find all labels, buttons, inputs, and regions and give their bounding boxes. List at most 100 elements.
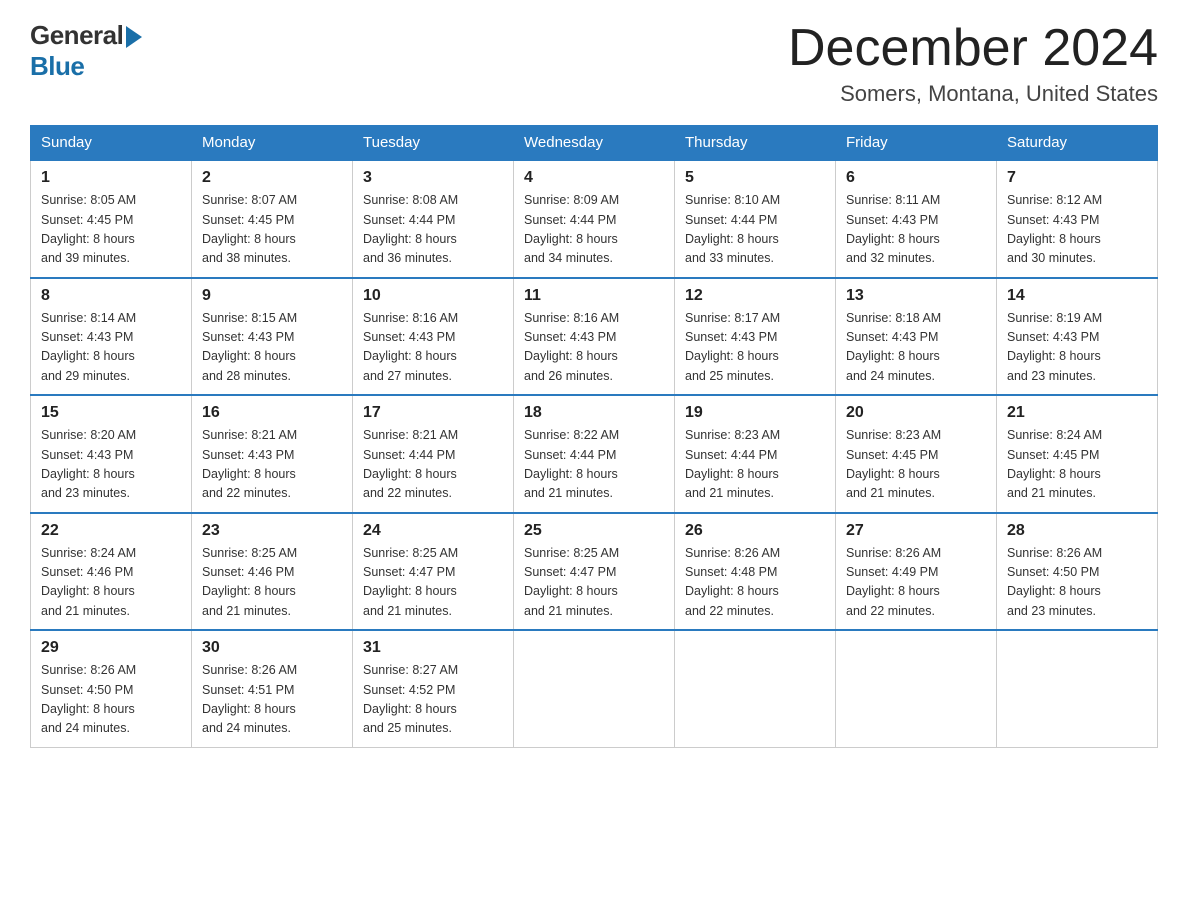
calendar-cell: 11 Sunrise: 8:16 AMSunset: 4:43 PMDaylig… — [514, 278, 675, 396]
logo-blue-text: Blue — [30, 51, 84, 81]
calendar-cell: 30 Sunrise: 8:26 AMSunset: 4:51 PMDaylig… — [192, 630, 353, 747]
calendar-week-row: 22 Sunrise: 8:24 AMSunset: 4:46 PMDaylig… — [31, 513, 1158, 631]
day-info: Sunrise: 8:26 AMSunset: 4:50 PMDaylight:… — [41, 663, 136, 735]
calendar-table: SundayMondayTuesdayWednesdayThursdayFrid… — [30, 125, 1158, 748]
calendar-cell: 6 Sunrise: 8:11 AMSunset: 4:43 PMDayligh… — [836, 160, 997, 278]
calendar-header-row: SundayMondayTuesdayWednesdayThursdayFrid… — [31, 126, 1158, 161]
day-info: Sunrise: 8:09 AMSunset: 4:44 PMDaylight:… — [524, 193, 619, 265]
day-number: 4 — [524, 169, 664, 187]
calendar-header-saturday: Saturday — [997, 126, 1158, 161]
logo-general-text: General — [30, 20, 123, 51]
day-info: Sunrise: 8:27 AMSunset: 4:52 PMDaylight:… — [363, 663, 458, 735]
day-info: Sunrise: 8:21 AMSunset: 4:43 PMDaylight:… — [202, 428, 297, 500]
calendar-cell: 24 Sunrise: 8:25 AMSunset: 4:47 PMDaylig… — [353, 513, 514, 631]
day-number: 6 — [846, 169, 986, 187]
calendar-cell: 8 Sunrise: 8:14 AMSunset: 4:43 PMDayligh… — [31, 278, 192, 396]
day-info: Sunrise: 8:20 AMSunset: 4:43 PMDaylight:… — [41, 428, 136, 500]
day-number: 25 — [524, 522, 664, 540]
day-number: 9 — [202, 287, 342, 305]
day-number: 28 — [1007, 522, 1147, 540]
day-number: 8 — [41, 287, 181, 305]
calendar-cell: 2 Sunrise: 8:07 AMSunset: 4:45 PMDayligh… — [192, 160, 353, 278]
day-number: 11 — [524, 287, 664, 305]
day-number: 13 — [846, 287, 986, 305]
day-number: 26 — [685, 522, 825, 540]
calendar-header-thursday: Thursday — [675, 126, 836, 161]
calendar-cell: 17 Sunrise: 8:21 AMSunset: 4:44 PMDaylig… — [353, 395, 514, 513]
day-number: 21 — [1007, 404, 1147, 422]
day-info: Sunrise: 8:18 AMSunset: 4:43 PMDaylight:… — [846, 311, 941, 383]
day-info: Sunrise: 8:23 AMSunset: 4:44 PMDaylight:… — [685, 428, 780, 500]
day-info: Sunrise: 8:26 AMSunset: 4:51 PMDaylight:… — [202, 663, 297, 735]
calendar-cell: 18 Sunrise: 8:22 AMSunset: 4:44 PMDaylig… — [514, 395, 675, 513]
calendar-header-wednesday: Wednesday — [514, 126, 675, 161]
day-number: 30 — [202, 639, 342, 657]
calendar-cell: 20 Sunrise: 8:23 AMSunset: 4:45 PMDaylig… — [836, 395, 997, 513]
day-number: 24 — [363, 522, 503, 540]
day-info: Sunrise: 8:16 AMSunset: 4:43 PMDaylight:… — [363, 311, 458, 383]
calendar-cell: 10 Sunrise: 8:16 AMSunset: 4:43 PMDaylig… — [353, 278, 514, 396]
day-info: Sunrise: 8:10 AMSunset: 4:44 PMDaylight:… — [685, 193, 780, 265]
calendar-cell — [836, 630, 997, 747]
day-number: 31 — [363, 639, 503, 657]
day-number: 3 — [363, 169, 503, 187]
calendar-header-friday: Friday — [836, 126, 997, 161]
day-info: Sunrise: 8:12 AMSunset: 4:43 PMDaylight:… — [1007, 193, 1102, 265]
calendar-week-row: 29 Sunrise: 8:26 AMSunset: 4:50 PMDaylig… — [31, 630, 1158, 747]
day-number: 12 — [685, 287, 825, 305]
calendar-cell: 13 Sunrise: 8:18 AMSunset: 4:43 PMDaylig… — [836, 278, 997, 396]
day-number: 20 — [846, 404, 986, 422]
calendar-cell: 27 Sunrise: 8:26 AMSunset: 4:49 PMDaylig… — [836, 513, 997, 631]
day-number: 27 — [846, 522, 986, 540]
page-header: General Blue December 2024 Somers, Monta… — [30, 20, 1158, 107]
location-title: Somers, Montana, United States — [788, 81, 1158, 107]
day-number: 7 — [1007, 169, 1147, 187]
day-info: Sunrise: 8:22 AMSunset: 4:44 PMDaylight:… — [524, 428, 619, 500]
calendar-cell: 22 Sunrise: 8:24 AMSunset: 4:46 PMDaylig… — [31, 513, 192, 631]
day-info: Sunrise: 8:11 AMSunset: 4:43 PMDaylight:… — [846, 193, 940, 265]
calendar-cell: 9 Sunrise: 8:15 AMSunset: 4:43 PMDayligh… — [192, 278, 353, 396]
day-info: Sunrise: 8:16 AMSunset: 4:43 PMDaylight:… — [524, 311, 619, 383]
day-info: Sunrise: 8:26 AMSunset: 4:50 PMDaylight:… — [1007, 546, 1102, 618]
calendar-cell — [997, 630, 1158, 747]
calendar-week-row: 8 Sunrise: 8:14 AMSunset: 4:43 PMDayligh… — [31, 278, 1158, 396]
logo-arrow-icon — [126, 26, 142, 48]
day-number: 10 — [363, 287, 503, 305]
calendar-cell: 7 Sunrise: 8:12 AMSunset: 4:43 PMDayligh… — [997, 160, 1158, 278]
day-number: 15 — [41, 404, 181, 422]
day-info: Sunrise: 8:26 AMSunset: 4:48 PMDaylight:… — [685, 546, 780, 618]
day-number: 22 — [41, 522, 181, 540]
calendar-cell: 1 Sunrise: 8:05 AMSunset: 4:45 PMDayligh… — [31, 160, 192, 278]
day-info: Sunrise: 8:24 AMSunset: 4:45 PMDaylight:… — [1007, 428, 1102, 500]
calendar-cell: 21 Sunrise: 8:24 AMSunset: 4:45 PMDaylig… — [997, 395, 1158, 513]
day-info: Sunrise: 8:07 AMSunset: 4:45 PMDaylight:… — [202, 193, 297, 265]
day-info: Sunrise: 8:26 AMSunset: 4:49 PMDaylight:… — [846, 546, 941, 618]
day-info: Sunrise: 8:25 AMSunset: 4:47 PMDaylight:… — [363, 546, 458, 618]
day-info: Sunrise: 8:25 AMSunset: 4:47 PMDaylight:… — [524, 546, 619, 618]
calendar-cell — [514, 630, 675, 747]
day-info: Sunrise: 8:05 AMSunset: 4:45 PMDaylight:… — [41, 193, 136, 265]
calendar-week-row: 1 Sunrise: 8:05 AMSunset: 4:45 PMDayligh… — [31, 160, 1158, 278]
calendar-cell: 16 Sunrise: 8:21 AMSunset: 4:43 PMDaylig… — [192, 395, 353, 513]
day-info: Sunrise: 8:23 AMSunset: 4:45 PMDaylight:… — [846, 428, 941, 500]
day-number: 29 — [41, 639, 181, 657]
day-number: 18 — [524, 404, 664, 422]
calendar-cell: 15 Sunrise: 8:20 AMSunset: 4:43 PMDaylig… — [31, 395, 192, 513]
day-info: Sunrise: 8:24 AMSunset: 4:46 PMDaylight:… — [41, 546, 136, 618]
day-number: 5 — [685, 169, 825, 187]
title-block: December 2024 Somers, Montana, United St… — [788, 20, 1158, 107]
calendar-header-sunday: Sunday — [31, 126, 192, 161]
day-number: 14 — [1007, 287, 1147, 305]
calendar-cell: 26 Sunrise: 8:26 AMSunset: 4:48 PMDaylig… — [675, 513, 836, 631]
day-number: 17 — [363, 404, 503, 422]
day-info: Sunrise: 8:14 AMSunset: 4:43 PMDaylight:… — [41, 311, 136, 383]
day-number: 2 — [202, 169, 342, 187]
calendar-cell: 29 Sunrise: 8:26 AMSunset: 4:50 PMDaylig… — [31, 630, 192, 747]
day-info: Sunrise: 8:08 AMSunset: 4:44 PMDaylight:… — [363, 193, 458, 265]
calendar-header-tuesday: Tuesday — [353, 126, 514, 161]
calendar-cell — [675, 630, 836, 747]
calendar-cell: 12 Sunrise: 8:17 AMSunset: 4:43 PMDaylig… — [675, 278, 836, 396]
day-number: 19 — [685, 404, 825, 422]
calendar-body: 1 Sunrise: 8:05 AMSunset: 4:45 PMDayligh… — [31, 160, 1158, 747]
calendar-cell: 19 Sunrise: 8:23 AMSunset: 4:44 PMDaylig… — [675, 395, 836, 513]
